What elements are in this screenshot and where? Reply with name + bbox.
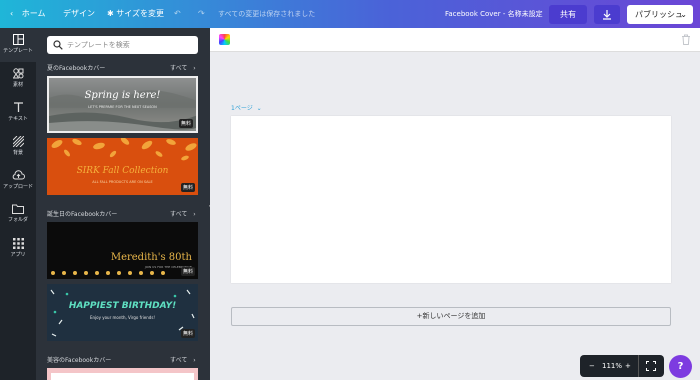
nav-elements-label: 素材 [12, 82, 23, 88]
section-title-beauty: 美容のFacebookカバー [47, 357, 112, 364]
thumb-subtitle: Enjoy your month, Virgo friends! [89, 315, 156, 320]
design-menu[interactable]: デザイン [63, 0, 95, 28]
section-all-label: すべて [170, 357, 188, 364]
editor-toolbar [210, 28, 700, 52]
canvas-area: 1ページ ⌄ +新しいページを追加 [210, 28, 700, 380]
zoom-divider [638, 355, 639, 377]
top-bar: ‹ ホーム デザイン ✱ サイズを変更 ↶ ↷ すべての変更は保存されました F… [0, 0, 700, 28]
template-search-input[interactable]: テンプレートを検索 [47, 36, 198, 54]
apps-grid-icon [12, 238, 24, 249]
folder-icon [12, 204, 24, 214]
template-thumb-beauty[interactable] [47, 368, 198, 380]
nav-background-label: 背景 [12, 150, 23, 156]
trash-icon[interactable] [681, 34, 691, 45]
nav-text[interactable]: テキスト [0, 96, 36, 130]
nav-uploads[interactable]: アップロード [0, 164, 36, 198]
section-all-label: すべて [170, 65, 188, 72]
free-badge: 無料 [180, 267, 195, 276]
background-icon [12, 136, 24, 147]
left-nav: テンプレート 素材 テキスト 背景 アップロード フォルダ アプリ [0, 28, 36, 380]
section-all-link-beauty[interactable]: すべて › [170, 355, 196, 364]
thumb-title: Meredith's 80th [110, 252, 192, 263]
design-page[interactable] [231, 116, 671, 283]
redo-icon[interactable]: ↷ [198, 0, 205, 28]
template-thumb-meredith[interactable]: Meredith's 80th JOIN US FOR THE CELEBRAT… [47, 222, 198, 279]
nav-apps-label: アプリ [10, 252, 26, 258]
document-title[interactable]: Facebook Cover - 名称未設定 [445, 0, 543, 28]
nav-elements[interactable]: 素材 [0, 62, 36, 96]
download-button[interactable] [594, 5, 620, 24]
home-label: ホーム [21, 9, 46, 18]
nav-uploads-label: アップロード [2, 184, 33, 190]
publish-button[interactable]: パブリッシュ ⌄ [627, 5, 693, 24]
zoom-control: − 111% + [580, 355, 664, 377]
undo-icon[interactable]: ↶ [174, 0, 181, 28]
thumb-title: Spring is here! [84, 90, 161, 101]
nav-templates[interactable]: テンプレート [0, 28, 36, 62]
chevron-right-icon: › [193, 357, 196, 364]
nav-templates-label: テンプレート [3, 48, 33, 54]
search-icon [53, 40, 63, 50]
add-page-button[interactable]: +新しいページを追加 [231, 307, 671, 326]
text-icon [13, 102, 23, 112]
chevron-right-icon: › [193, 211, 196, 218]
resize-label: サイズを変更 [116, 9, 165, 18]
template-thumb-spring[interactable]: Spring is here! LET'S PREPARE FOR THE NE… [47, 76, 198, 133]
search-placeholder: テンプレートを検索 [67, 41, 130, 49]
zoom-out-button[interactable]: − [589, 355, 595, 377]
zoom-in-button[interactable]: + [625, 355, 631, 377]
nav-apps[interactable]: アプリ [0, 232, 36, 266]
nav-background[interactable]: 背景 [0, 130, 36, 164]
thumb-subtitle: ALL FALL PRODUCTS ARE ON SALE [92, 180, 153, 184]
chevron-down-icon: ⌄ [256, 105, 262, 112]
section-all-link-birthday[interactable]: すべて › [170, 209, 196, 218]
section-all-label: すべて [170, 211, 188, 218]
thumb-title: SIRK Fall Collection [76, 166, 169, 176]
resize-icon: ✱ [107, 9, 114, 18]
help-button[interactable]: ? [669, 355, 692, 378]
zoom-level[interactable]: 111% [602, 355, 622, 377]
nav-folders-label: フォルダ [7, 217, 28, 223]
chevron-down-icon: ⌄ [680, 10, 687, 19]
resize-button[interactable]: ✱ サイズを変更 [107, 0, 164, 28]
chevron-right-icon: › [193, 65, 196, 72]
fullscreen-icon[interactable] [646, 355, 656, 380]
beauty-card-frame [51, 373, 194, 380]
section-title-summer: 夏のFacebookカバー [47, 65, 106, 72]
free-badge: 無料 [180, 329, 195, 338]
share-button[interactable]: 共有 [549, 5, 587, 24]
upload-cloud-icon [12, 170, 25, 180]
publish-label: パブリッシュ [635, 10, 683, 19]
save-status: すべての変更は保存されました [218, 10, 316, 18]
page-label[interactable]: 1ページ ⌄ [231, 103, 262, 112]
home-button[interactable]: ‹ ホーム [10, 0, 46, 28]
page-label-text: 1ページ [231, 105, 253, 112]
template-thumb-happiest-birthday[interactable]: HAPPIEST BIRTHDAY! Enjoy your month, Vir… [47, 284, 198, 341]
confetti-decoration [50, 289, 195, 337]
chevron-left-icon: ‹ [10, 9, 14, 18]
templates-icon [12, 34, 24, 45]
color-picker-icon[interactable] [219, 34, 230, 45]
section-all-link-summer[interactable]: すべて › [170, 63, 196, 72]
template-panel: テンプレートを検索 夏のFacebookカバー すべて › Spring is … [36, 28, 210, 380]
free-badge: 無料 [180, 183, 195, 192]
template-thumb-fall[interactable]: SIRK Fall Collection ALL FALL PRODUCTS A… [47, 138, 198, 195]
nav-folders[interactable]: フォルダ [0, 198, 36, 232]
dot-row-decoration [51, 271, 165, 275]
section-title-birthday: 誕生日のFacebookカバー [47, 211, 118, 218]
nav-text-label: テキスト [8, 116, 28, 122]
download-icon [603, 10, 611, 20]
elements-icon [12, 68, 23, 79]
thumb-subtitle: LET'S PREPARE FOR THE NEXT SEASON [88, 105, 157, 109]
free-badge: 無料 [178, 119, 193, 128]
thumb-title: HAPPIEST BIRTHDAY! [68, 301, 177, 311]
